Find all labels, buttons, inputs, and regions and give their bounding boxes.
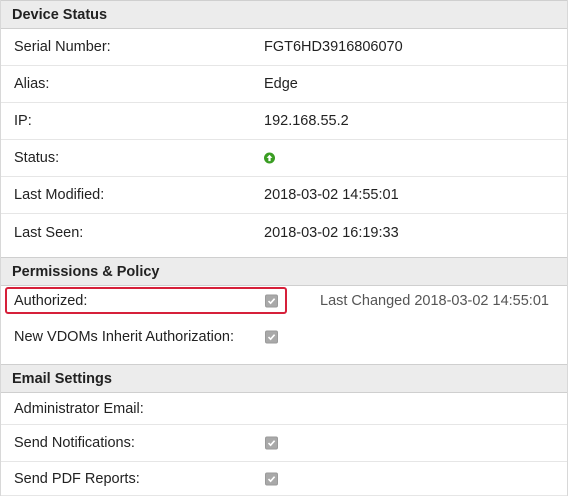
send-pdf-label: Send PDF Reports: <box>14 470 140 487</box>
row-admin-email: Administrator Email: <box>1 393 567 425</box>
ip-label: IP: <box>14 113 32 129</box>
last-changed-text: Last Changed 2018-03-02 14:55:01 <box>320 293 549 309</box>
last-seen-label: Last Seen: <box>14 224 84 241</box>
row-alias: Alias: Edge <box>1 66 567 103</box>
section-header-device-status: Device Status <box>1 0 567 29</box>
send-notifications-checkbox[interactable] <box>265 436 278 450</box>
last-modified-label: Last Modified: <box>14 187 105 203</box>
status-label: Status: <box>14 150 60 166</box>
section-header-email-settings: Email Settings <box>1 364 567 393</box>
section-title: Permissions & Policy <box>12 263 160 280</box>
alias-value: Edge <box>264 76 298 92</box>
admin-email-label: Administrator Email: <box>14 400 144 417</box>
last-seen-value: 2018-03-02 16:19:33 <box>264 224 399 241</box>
status-up-icon <box>264 152 275 164</box>
row-inherit-authorization: New VDOMs Inherit Authorization: <box>1 318 567 356</box>
authorized-highlight-box <box>5 287 287 314</box>
serial-number-label: Serial Number: <box>14 39 111 55</box>
send-notifications-label: Send Notifications: <box>14 435 135 451</box>
device-settings-panel: Device Status Serial Number: FGT6HD39168… <box>0 0 568 496</box>
section-title: Email Settings <box>12 370 112 387</box>
row-serial-number: Serial Number: FGT6HD3916806070 <box>1 29 567 66</box>
alias-label: Alias: <box>14 76 50 92</box>
row-last-seen: Last Seen: 2018-03-02 16:19:33 <box>1 214 567 251</box>
section-title: Device Status <box>12 6 108 23</box>
send-pdf-checkbox[interactable] <box>265 472 278 485</box>
last-modified-value: 2018-03-02 14:55:01 <box>264 187 399 203</box>
row-send-pdf-reports: Send PDF Reports: <box>1 462 567 496</box>
inherit-authorization-checkbox[interactable] <box>265 330 278 344</box>
ip-value: 192.168.55.2 <box>264 113 349 129</box>
section-header-permissions: Permissions & Policy <box>1 257 567 286</box>
inherit-authorization-label: New VDOMs Inherit Authorization: <box>14 329 235 345</box>
row-status: Status: <box>1 140 567 177</box>
row-send-notifications: Send Notifications: <box>1 425 567 462</box>
row-ip: IP: 192.168.55.2 <box>1 103 567 140</box>
row-last-modified: Last Modified: 2018-03-02 14:55:01 <box>1 177 567 214</box>
serial-number-value: FGT6HD3916806070 <box>264 39 403 55</box>
